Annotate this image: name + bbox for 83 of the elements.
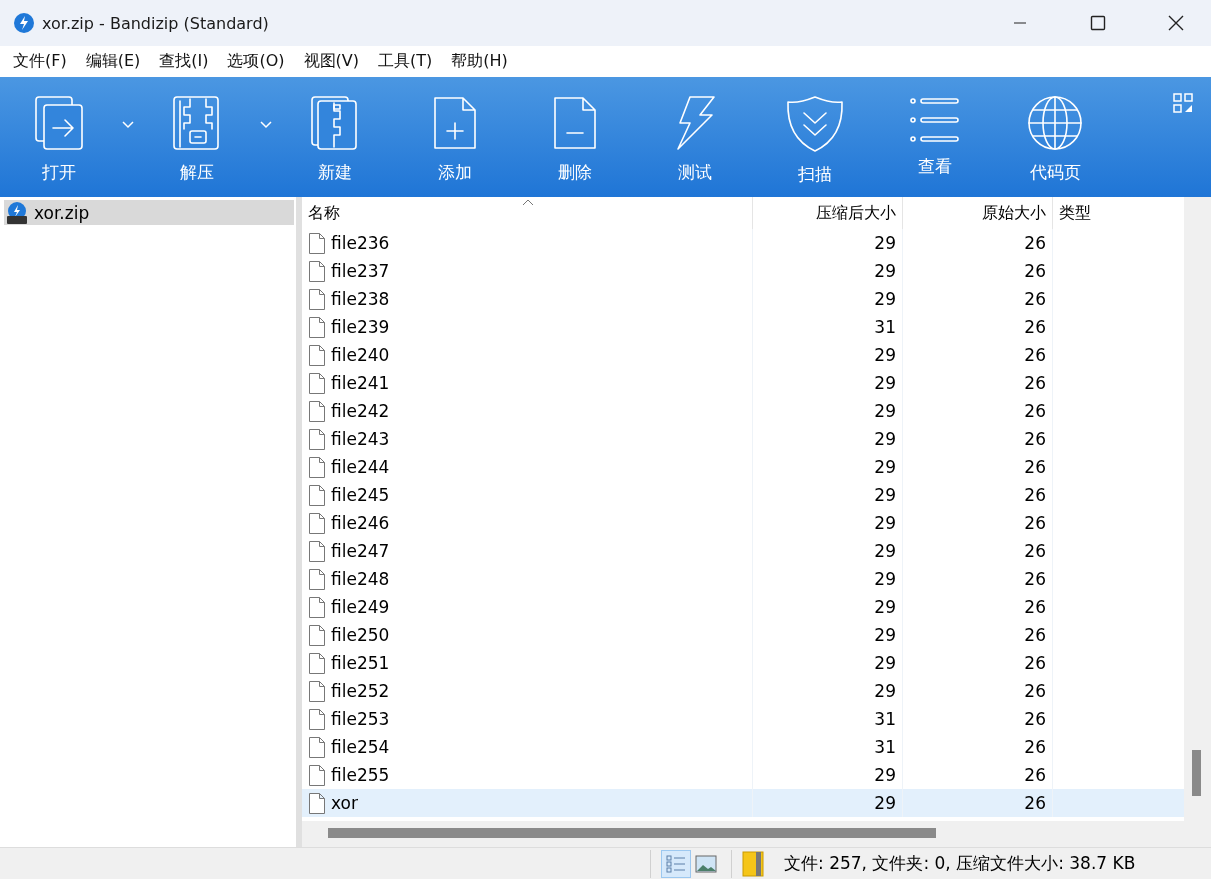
file-name: file251 — [331, 653, 390, 673]
file-name: file250 — [331, 625, 390, 645]
file-name: file252 — [331, 681, 390, 701]
menu-item[interactable]: 帮助(H) — [442, 51, 518, 72]
file-icon — [309, 400, 325, 422]
table-cell: 29 — [752, 789, 902, 817]
file-name: file253 — [331, 709, 390, 729]
toolbar-button[interactable]: 扫描 — [756, 77, 874, 197]
close-icon — [1168, 15, 1184, 31]
file-name: file255 — [331, 765, 390, 785]
file-name: file245 — [331, 485, 390, 505]
menu-item[interactable]: 查找(I) — [150, 51, 219, 72]
file-icon — [309, 708, 325, 730]
zipper-file-icon — [172, 95, 222, 151]
file-icon — [309, 344, 325, 366]
file-icon — [309, 484, 325, 506]
file-icon — [309, 260, 325, 282]
open-arrow-icon — [34, 95, 84, 151]
toolbar-button[interactable]: 查看 — [876, 77, 994, 197]
toolbar-button[interactable]: 新建 — [276, 77, 394, 197]
layout-grid-icon[interactable] — [1173, 93, 1193, 113]
file-name: file237 — [331, 261, 390, 281]
list-icon — [910, 95, 960, 145]
file-minus-icon — [552, 95, 598, 151]
app-logo-icon — [14, 13, 34, 33]
status-text: 文件: 257, 文件夹: 0, 压缩文件大小: 38.7 KB — [784, 852, 1136, 875]
file-name: file243 — [331, 429, 390, 449]
file-name: file241 — [331, 373, 390, 393]
archive-icon — [742, 850, 764, 877]
toolbar-button[interactable]: 解压 — [138, 77, 256, 197]
file-icon — [309, 624, 325, 646]
file-name: file249 — [331, 597, 390, 617]
file-icon — [309, 596, 325, 618]
toolbar-button[interactable]: 删除 — [516, 77, 634, 197]
window-title: xor.zip - Bandizip (Standard) — [42, 13, 270, 33]
file-icon — [309, 372, 325, 394]
file-name: file242 — [331, 401, 390, 421]
file-name: xor — [331, 793, 358, 813]
archive-icon — [6, 201, 28, 224]
file-name: file239 — [331, 317, 390, 337]
shield-icon — [785, 95, 845, 153]
file-name: file236 — [331, 233, 390, 253]
menu-item[interactable]: 编辑(E) — [76, 51, 151, 72]
file-icon — [309, 680, 325, 702]
menu-item[interactable]: 文件(F) — [4, 51, 77, 72]
file-icon — [309, 232, 325, 254]
globe-icon — [1027, 95, 1083, 151]
file-icon — [309, 792, 325, 814]
maximize-icon — [1090, 15, 1106, 31]
file-name: file247 — [331, 541, 390, 561]
toolbar-button[interactable]: 打开 — [0, 77, 118, 197]
file-icon — [309, 428, 325, 450]
toolbar-button[interactable]: 测试 — [636, 77, 754, 197]
file-name: file246 — [331, 513, 390, 533]
file-name: file240 — [331, 345, 390, 365]
sort-ascending-icon — [522, 199, 534, 206]
file-icon — [309, 540, 325, 562]
file-icon — [309, 288, 325, 310]
sidebar-item[interactable]: xor.zip — [4, 200, 294, 225]
horizontal-scrollbar[interactable] — [302, 821, 1211, 847]
file-icon — [309, 512, 325, 534]
file-name: file248 — [331, 569, 390, 589]
file-icon — [309, 568, 325, 590]
toolbar-button[interactable]: 添加 — [396, 77, 514, 197]
table-cell: 26 — [902, 789, 1052, 817]
file-icon — [309, 316, 325, 338]
file-name: file254 — [331, 737, 390, 757]
file-icon — [309, 456, 325, 478]
column-header[interactable]: 名称 — [302, 197, 752, 229]
file-plus-icon — [432, 95, 478, 151]
file-name: file238 — [331, 289, 390, 309]
table-row[interactable]: xor 29 26 — [302, 789, 1184, 817]
file-icon — [309, 652, 325, 674]
zipper-file-icon — [310, 95, 360, 151]
menu-item[interactable]: 工具(T) — [369, 51, 443, 72]
file-icon — [309, 764, 325, 786]
toolbar-button[interactable]: 代码页 — [996, 77, 1114, 197]
vertical-scrollbar[interactable] — [1184, 197, 1211, 821]
menu-item[interactable]: 选项(O) — [218, 51, 295, 72]
menu-item[interactable]: 视图(V) — [294, 51, 369, 72]
file-icon — [309, 736, 325, 758]
details-view-button[interactable] — [661, 849, 691, 878]
file-name: file244 — [331, 457, 390, 477]
